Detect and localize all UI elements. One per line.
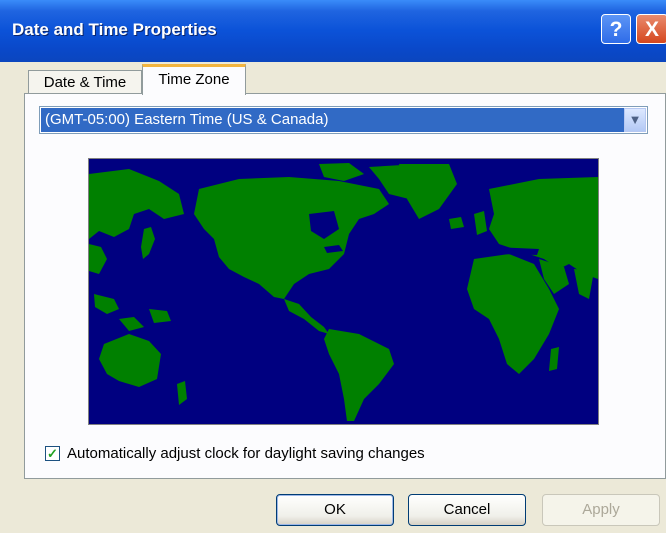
cancel-button[interactable]: Cancel [408, 494, 526, 526]
world-map-image [89, 159, 598, 424]
timezone-selected-value: (GMT-05:00) Eastern Time (US & Canada) [41, 108, 625, 132]
tab-date-time[interactable]: Date & Time [28, 70, 142, 94]
chevron-down-icon[interactable]: ▼ [624, 108, 646, 132]
close-button[interactable]: X [636, 14, 666, 44]
window-title: Date and Time Properties [12, 20, 217, 39]
world-map [88, 158, 599, 425]
time-zone-panel: (GMT-05:00) Eastern Time (US & Canada) ▼ [24, 93, 666, 479]
apply-button[interactable]: Apply [542, 494, 660, 526]
ok-button[interactable]: OK [276, 494, 394, 526]
dialog-window: Date and Time Properties ? X Date & Time… [0, 0, 666, 533]
dst-checkbox-label[interactable]: Automatically adjust clock for daylight … [67, 445, 425, 463]
timezone-select[interactable]: (GMT-05:00) Eastern Time (US & Canada) ▼ [39, 106, 648, 134]
dst-checkbox[interactable]: ✓ [45, 446, 60, 461]
title-bar[interactable]: Date and Time Properties ? X [0, 0, 666, 62]
help-button[interactable]: ? [601, 14, 631, 44]
tab-time-zone[interactable]: Time Zone [142, 64, 246, 95]
